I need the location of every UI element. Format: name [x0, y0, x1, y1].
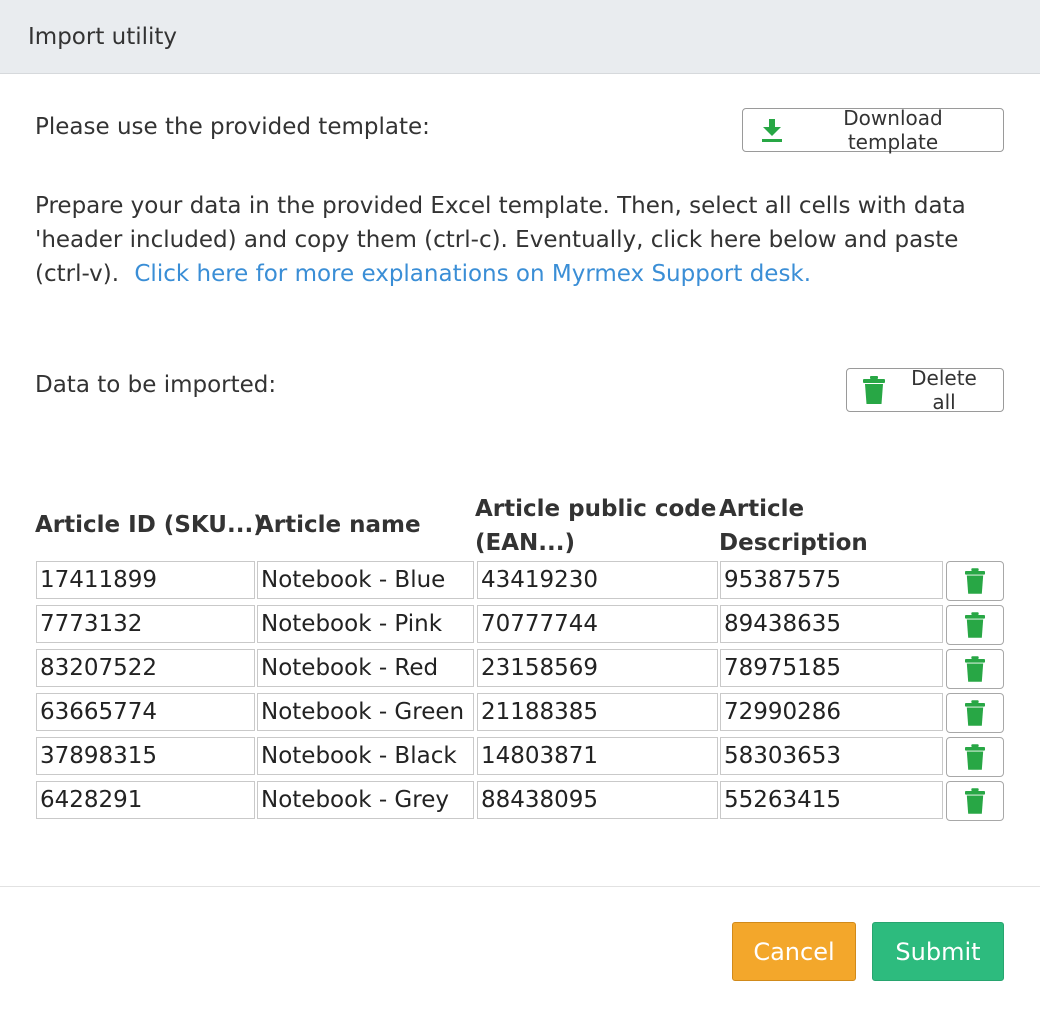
cell-public-code[interactable]: 14803871 — [477, 737, 718, 775]
data-section-label: Data to be imported: — [35, 372, 277, 398]
cell-article-id[interactable]: 63665774 — [36, 693, 255, 731]
submit-button[interactable]: Submit — [872, 922, 1004, 981]
cell-public-code[interactable]: 88438095 — [477, 781, 718, 819]
delete-all-label: Delete all — [911, 366, 977, 414]
dialog-header: Import utility — [0, 0, 1040, 74]
delete-all-button[interactable]: Delete all — [846, 366, 1004, 414]
cell-article-name[interactable]: Notebook - Blue — [257, 561, 474, 599]
delete-row-button[interactable] — [946, 605, 1004, 645]
support-desk-link[interactable]: Click here for more explanations on Myrm… — [134, 261, 811, 287]
download-icon — [761, 118, 783, 142]
cell-article-id[interactable]: 6428291 — [36, 781, 255, 819]
cell-description[interactable]: 58303653 — [720, 737, 943, 775]
cell-description[interactable]: 89438635 — [720, 605, 943, 643]
delete-row-button[interactable] — [946, 649, 1004, 689]
column-header-public-code-line1: Article public code — [475, 496, 717, 522]
footer-divider — [0, 886, 1040, 887]
column-header-public-code: Article public code (EAN...) — [475, 492, 725, 560]
trash-icon — [863, 376, 885, 404]
trash-icon — [965, 788, 985, 814]
cell-description[interactable]: 95387575 — [720, 561, 943, 599]
cell-article-name[interactable]: Notebook - Green — [257, 693, 474, 731]
instructions-text: Prepare your data in the provided Excel … — [35, 189, 995, 291]
cell-public-code[interactable]: 43419230 — [477, 561, 718, 599]
column-header-description: Article Description — [719, 492, 939, 560]
cell-description[interactable]: 78975185 — [720, 649, 943, 687]
cell-article-name[interactable]: Notebook - Grey — [257, 781, 474, 819]
delete-row-button[interactable] — [946, 737, 1004, 777]
delete-row-button[interactable] — [946, 781, 1004, 821]
cell-article-id[interactable]: 7773132 — [36, 605, 255, 643]
delete-row-button[interactable] — [946, 693, 1004, 733]
cell-article-name[interactable]: Notebook - Black — [257, 737, 474, 775]
download-template-label: Download template — [843, 106, 943, 154]
dialog-title: Import utility — [28, 24, 178, 50]
template-label: Please use the provided template: — [35, 114, 430, 140]
download-template-button[interactable]: Download template — [742, 106, 1004, 154]
column-header-public-code-line2: (EAN...) — [475, 530, 575, 556]
column-header-article-id: Article ID (SKU...) — [35, 512, 264, 538]
column-header-description-line1: Article — [719, 496, 805, 522]
trash-icon — [965, 744, 985, 770]
delete-row-button[interactable] — [946, 561, 1004, 601]
cell-article-id[interactable]: 17411899 — [36, 561, 255, 599]
cell-article-id[interactable]: 37898315 — [36, 737, 255, 775]
cell-description[interactable]: 55263415 — [720, 781, 943, 819]
import-dialog: Import utility Please use the provided t… — [0, 0, 1040, 1016]
trash-icon — [965, 700, 985, 726]
column-header-article-name: Article name — [256, 512, 421, 538]
cell-public-code[interactable]: 21188385 — [477, 693, 718, 731]
trash-icon — [965, 656, 985, 682]
trash-icon — [965, 612, 985, 638]
cell-description[interactable]: 72990286 — [720, 693, 943, 731]
trash-icon — [965, 568, 985, 594]
column-header-description-line2: Description — [719, 530, 868, 556]
cell-public-code[interactable]: 23158569 — [477, 649, 718, 687]
cancel-button[interactable]: Cancel — [732, 922, 856, 981]
cell-public-code[interactable]: 70777744 — [477, 605, 718, 643]
cell-article-id[interactable]: 83207522 — [36, 649, 255, 687]
cell-article-name[interactable]: Notebook - Red — [257, 649, 474, 687]
cell-article-name[interactable]: Notebook - Pink — [257, 605, 474, 643]
